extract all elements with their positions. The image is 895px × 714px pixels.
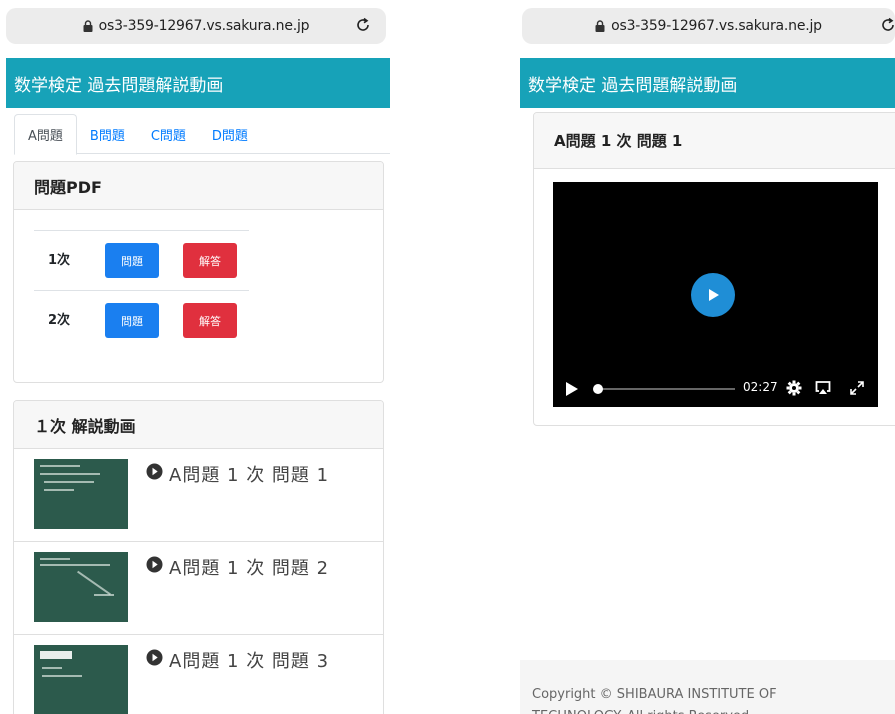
pdf-row-1: 1次 問題 解答	[34, 230, 249, 290]
video-list-item-1[interactable]: A問題 1 次 問題 1	[14, 449, 383, 542]
big-play-button[interactable]	[691, 273, 735, 317]
tab-c[interactable]: C問題	[138, 114, 199, 154]
footer-copyright-line1: Copyright © SHIBAURA INSTITUTE OF	[532, 687, 777, 702]
question-pdf-button-2[interactable]: 問題	[105, 303, 159, 338]
lock-icon	[83, 20, 93, 32]
video-player-title: A問題 1 次 問題 1	[534, 113, 895, 169]
right-phone-screen: os3-359-12967.vs.sakura.ne.jp 数学検定 過去問題解…	[516, 0, 895, 714]
navbar: 数学検定 過去問題解説動画	[6, 58, 390, 108]
answer-pdf-button-1[interactable]: 解答	[183, 243, 237, 278]
progress-handle[interactable]	[593, 384, 603, 394]
fullscreen-icon[interactable]	[849, 380, 865, 400]
pdf-row-level: 2次	[48, 313, 71, 328]
answer-pdf-button-2[interactable]: 解答	[183, 303, 237, 338]
url-text: os3-359-12967.vs.sakura.ne.jp	[611, 18, 822, 34]
navbar: 数学検定 過去問題解説動画	[520, 58, 895, 108]
navbar-brand[interactable]: 数学検定 過去問題解説動画	[14, 71, 223, 96]
video-thumbnail[interactable]	[34, 459, 128, 529]
left-phone-screen: os3-359-12967.vs.sakura.ne.jp 数学検定 過去問題解…	[0, 0, 390, 714]
lock-icon	[595, 20, 605, 32]
reload-icon[interactable]	[354, 16, 372, 34]
video-player-card: A問題 1 次 問題 1 02:27	[533, 112, 895, 426]
footer: Copyright © SHIBAURA INSTITUTE OF TECHNO…	[520, 660, 895, 714]
progress-track[interactable]	[597, 388, 735, 390]
video-thumbnail[interactable]	[34, 645, 128, 714]
pdf-table: 1次 問題 解答 2次 問題 解答	[34, 230, 249, 350]
pdf-row-2: 2次 問題 解答	[34, 290, 249, 350]
video-list-item-2[interactable]: A問題 1 次 問題 2	[14, 542, 383, 635]
play-circle-icon	[146, 556, 163, 573]
video-player[interactable]: 02:27	[553, 182, 878, 407]
tab-bar: A問題 B問題 C問題 D問題	[14, 114, 390, 155]
address-bar[interactable]: os3-359-12967.vs.sakura.ne.jp	[522, 8, 895, 44]
video-controls: 02:27	[553, 371, 878, 407]
reload-icon[interactable]	[879, 16, 895, 34]
video-title: A問題 1 次 問題 1	[169, 465, 330, 486]
play-icon	[709, 289, 719, 301]
address-bar[interactable]: os3-359-12967.vs.sakura.ne.jp	[6, 8, 386, 44]
video-list-title: １次 解説動画	[14, 401, 383, 449]
pdf-card-title: 問題PDF	[14, 162, 383, 210]
video-list-card: １次 解説動画 A問題 1 次 問題 1 A問題 1 次 問題 2 A問題 1 …	[13, 400, 384, 714]
tab-d[interactable]: D問題	[199, 114, 261, 154]
pdf-row-level: 1次	[48, 253, 71, 268]
video-thumbnail[interactable]	[34, 552, 128, 622]
question-pdf-button-1[interactable]: 問題	[105, 243, 159, 278]
pdf-card: 問題PDF 1次 問題 解答 2次 問題 解答	[13, 161, 384, 383]
play-icon[interactable]	[565, 381, 579, 401]
footer-copyright-line2: TECHNOLOGY. All rights Reserved.	[532, 706, 895, 714]
video-title: A問題 1 次 問題 3	[169, 651, 330, 672]
tab-b[interactable]: B問題	[77, 114, 138, 154]
video-list-item-3[interactable]: A問題 1 次 問題 3	[14, 635, 383, 714]
video-title: A問題 1 次 問題 2	[169, 558, 330, 579]
play-circle-icon	[146, 649, 163, 666]
tab-a[interactable]: A問題	[14, 114, 77, 155]
video-time: 02:27	[743, 380, 778, 394]
gear-icon[interactable]	[786, 380, 802, 400]
navbar-brand[interactable]: 数学検定 過去問題解説動画	[528, 71, 737, 96]
url-text: os3-359-12967.vs.sakura.ne.jp	[98, 18, 310, 34]
play-circle-icon	[146, 463, 163, 480]
airplay-icon[interactable]	[815, 380, 831, 400]
